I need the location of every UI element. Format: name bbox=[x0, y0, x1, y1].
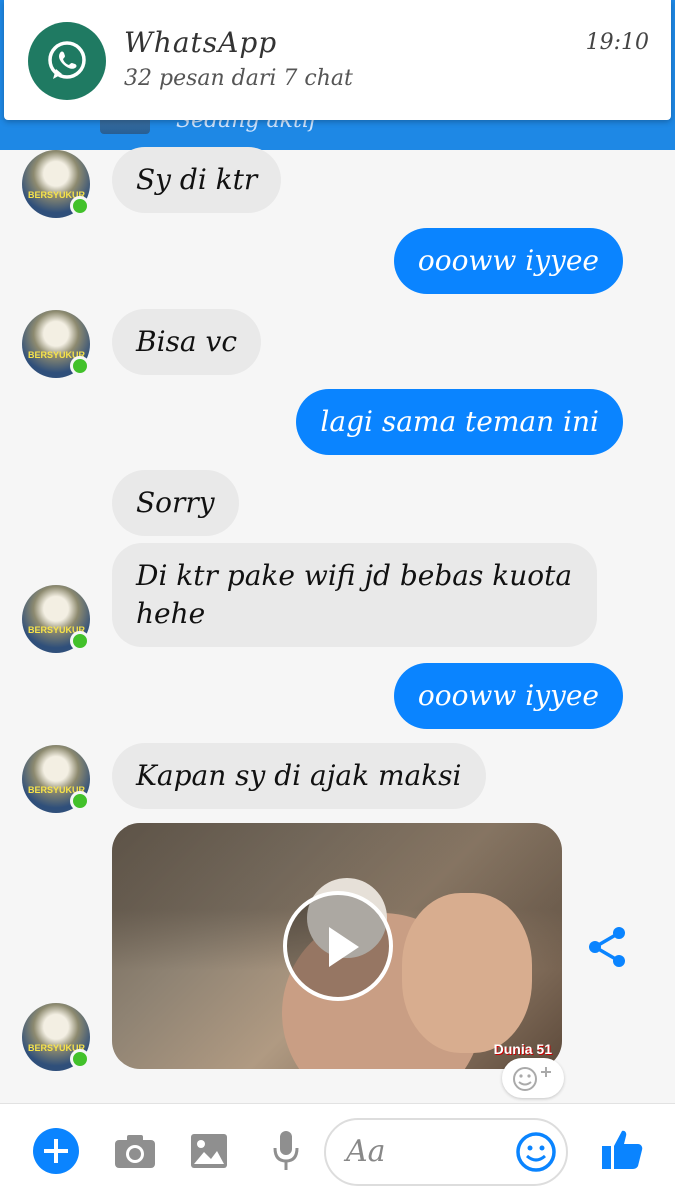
whatsapp-notification[interactable]: WhatsApp 19:10 32 pesan dari 7 chat bbox=[4, 0, 671, 120]
video-watermark: Dunia 51 bbox=[493, 1041, 552, 1057]
incoming-message[interactable]: Di ktr pake wifi jd bebas kuota hehe bbox=[112, 543, 597, 647]
like-icon[interactable] bbox=[600, 1127, 644, 1175]
outgoing-message[interactable]: lagi sama teman ini bbox=[296, 389, 623, 455]
message-input-placeholder: Aa bbox=[346, 1134, 386, 1169]
online-indicator bbox=[70, 356, 90, 376]
notification-summary: 32 pesan dari 7 chat bbox=[124, 66, 353, 91]
incoming-message[interactable]: Bisa vc bbox=[112, 309, 261, 375]
video-figure bbox=[402, 893, 532, 1053]
video-message[interactable]: Dunia 51 bbox=[112, 823, 562, 1069]
outgoing-message[interactable]: oooww iyyee bbox=[393, 663, 623, 729]
online-indicator bbox=[70, 791, 90, 811]
incoming-message[interactable]: Sorry bbox=[112, 470, 239, 536]
plus-icon[interactable] bbox=[33, 1128, 79, 1174]
outgoing-message[interactable]: oooww iyyee bbox=[393, 228, 623, 294]
notification-time: 19:10 bbox=[585, 30, 649, 55]
notification-app-name: WhatsApp bbox=[124, 26, 278, 59]
online-indicator bbox=[70, 196, 90, 216]
whatsapp-icon bbox=[28, 22, 106, 100]
online-indicator bbox=[70, 1049, 90, 1069]
microphone-icon[interactable] bbox=[272, 1130, 300, 1176]
add-reaction-icon[interactable] bbox=[502, 1058, 564, 1098]
gallery-icon[interactable] bbox=[190, 1133, 228, 1173]
play-icon[interactable] bbox=[283, 891, 393, 1001]
messenger-chat-screen: Sedang aktif WhatsApp 19:10 32 pesan dar… bbox=[0, 0, 675, 1200]
incoming-message[interactable]: Sy di ktr bbox=[112, 147, 282, 213]
emoji-icon[interactable] bbox=[515, 1131, 557, 1177]
camera-icon[interactable] bbox=[114, 1133, 156, 1173]
incoming-message[interactable]: Kapan sy di ajak maksi bbox=[112, 743, 486, 809]
online-indicator bbox=[70, 631, 90, 651]
share-icon[interactable] bbox=[585, 925, 629, 973]
